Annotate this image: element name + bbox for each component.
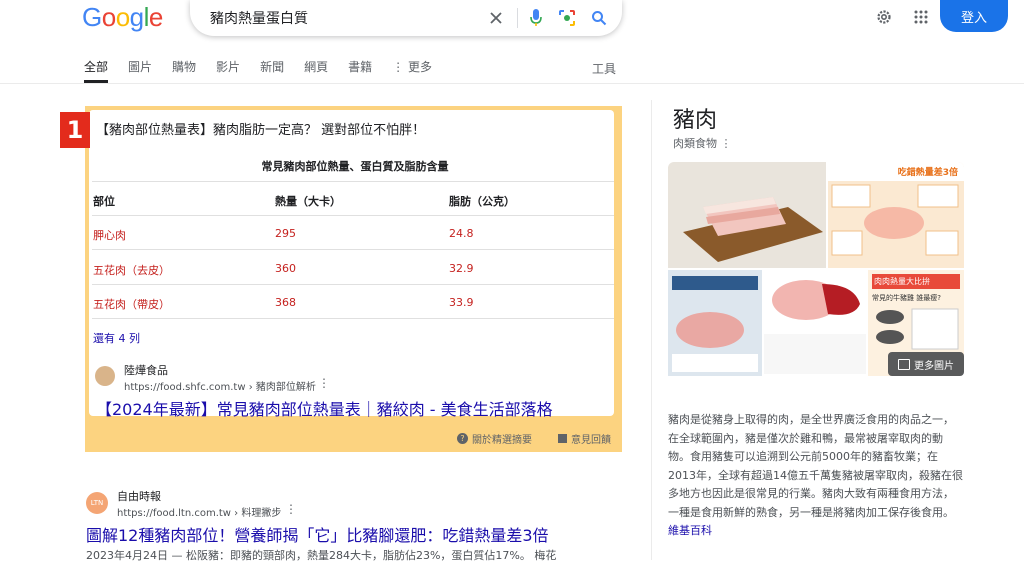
site-url: https://food.shfc.com.tw › 豬肉部位解析 [124, 382, 316, 393]
table-header-part: 部位 [93, 195, 115, 208]
help-icon: ? [457, 433, 468, 444]
table-cell: 胛心肉 [93, 229, 126, 242]
tab-web[interactable]: 網頁 [304, 58, 328, 83]
table-divider [92, 181, 614, 182]
apps-grid-icon[interactable] [910, 6, 932, 28]
result-snippet: 2023年4月24日 — 松阪豬：即豬的頸部肉，熱量284大卡，脂肪佔23%，蛋… [86, 549, 557, 562]
more-images-button[interactable]: 更多圖片 [888, 352, 964, 376]
tab-videos[interactable]: 影片 [216, 58, 240, 83]
tools-button[interactable]: 工具 [592, 60, 616, 77]
pork-parts-diagram-image[interactable] [668, 270, 762, 376]
rank-badge: 1 [60, 112, 90, 148]
logo-letter: e [148, 2, 163, 32]
snippet-heading: 【豬肉部位熱量表】豬肉脂肪一定高？ 選對部位不怕胖！ [96, 123, 426, 138]
settings-gear-icon[interactable] [873, 6, 895, 28]
tab-all[interactable]: 全部 [84, 58, 109, 83]
table-cell: 360 [275, 262, 296, 275]
table-cell: 五花肉（去皮） [93, 264, 170, 277]
image-icon [898, 358, 910, 370]
table-cell: 五花肉（帶皮） [93, 298, 170, 311]
knowledge-panel-description: 豬肉是從豬身上取得的肉，是全世界廣泛食用的肉品之一，在全球範圍內，豬是僅次於雞和… [668, 413, 963, 537]
knowledge-panel-subtitle: 肉類食物 ⋮ [673, 137, 732, 150]
result-menu-icon[interactable]: ⋮ [318, 376, 330, 390]
table-caption: 常見豬肉部位熱量、蛋白質及脂肪含量 [261, 160, 449, 173]
clear-icon[interactable] [484, 6, 508, 30]
ltn-favicon: LTN [86, 492, 108, 514]
table-divider [92, 284, 614, 285]
google-logo[interactable]: Google [82, 2, 163, 33]
table-header-calories: 熱量（大卡） [275, 195, 341, 208]
result-menu-icon[interactable]: ⋮ [285, 502, 297, 516]
tab-images[interactable]: 圖片 [128, 58, 152, 83]
site-favicon [95, 366, 115, 386]
feedback-icon [558, 434, 567, 443]
site-name: 自由時報 [117, 490, 161, 503]
search-input[interactable]: 豬肉熱量蛋白質 [210, 8, 308, 28]
logo-letter: g [129, 2, 144, 32]
search-tabs: 全部 圖片 購物 影片 新聞 網頁 書籍 ⋮ 更多 [84, 58, 452, 83]
more-vert-icon: ⋮ [392, 60, 408, 74]
site-name: 陸燁食品 [124, 364, 168, 377]
table-cell: 24.8 [449, 227, 474, 240]
feedback-link[interactable]: 意見回饋 [558, 431, 611, 446]
logo-letter: o [115, 2, 130, 32]
sign-in-button[interactable]: 登入 [940, 0, 1008, 32]
search-divider [517, 8, 518, 28]
knowledge-panel-divider [651, 100, 652, 560]
knowledge-panel-title: 豬肉 [673, 108, 718, 133]
tab-shopping[interactable]: 購物 [172, 58, 196, 83]
tab-more[interactable]: ⋮ 更多 [392, 58, 432, 83]
table-cell: 33.9 [449, 296, 474, 309]
wikipedia-link[interactable]: 維基百科 [668, 524, 712, 537]
table-divider [92, 249, 614, 250]
pig-cuts-image[interactable] [764, 270, 866, 376]
result-link[interactable]: 圖解12種豬肉部位！營養師揭「它」比豬腳還肥：吃錯熱量差3倍 [86, 522, 549, 546]
table-divider [92, 318, 614, 319]
more-vert-icon[interactable]: ⋮ [721, 137, 732, 150]
about-featured-snippets-link[interactable]: ? 關於精選摘要 [457, 431, 532, 446]
tab-books[interactable]: 書籍 [348, 58, 372, 83]
search-icon[interactable] [587, 5, 611, 31]
logo-letter: o [101, 2, 116, 32]
table-cell: 295 [275, 227, 296, 240]
table-cell: 368 [275, 296, 296, 309]
pork-photo-image[interactable] [668, 162, 826, 268]
logo-letter: G [82, 2, 102, 32]
table-header-fat: 脂肪（公克） [449, 195, 515, 208]
microphone-icon[interactable] [524, 5, 548, 31]
site-url: https://food.ltn.com.tw › 料理撇步 [117, 508, 282, 519]
table-divider [92, 215, 614, 216]
more-rows-link[interactable]: 還有 4 列 [93, 330, 140, 346]
tab-news[interactable]: 新聞 [260, 58, 284, 83]
lens-icon[interactable] [555, 5, 579, 31]
header-divider [0, 83, 1024, 84]
calorie-chart-image[interactable]: 吃錯熱量差3倍 [828, 162, 964, 268]
snippet-result-link[interactable]: 【2024年最新】常見豬肉部位熱量表｜豬絞肉 - 美食生活部落格 [96, 396, 553, 420]
table-cell: 32.9 [449, 262, 474, 275]
